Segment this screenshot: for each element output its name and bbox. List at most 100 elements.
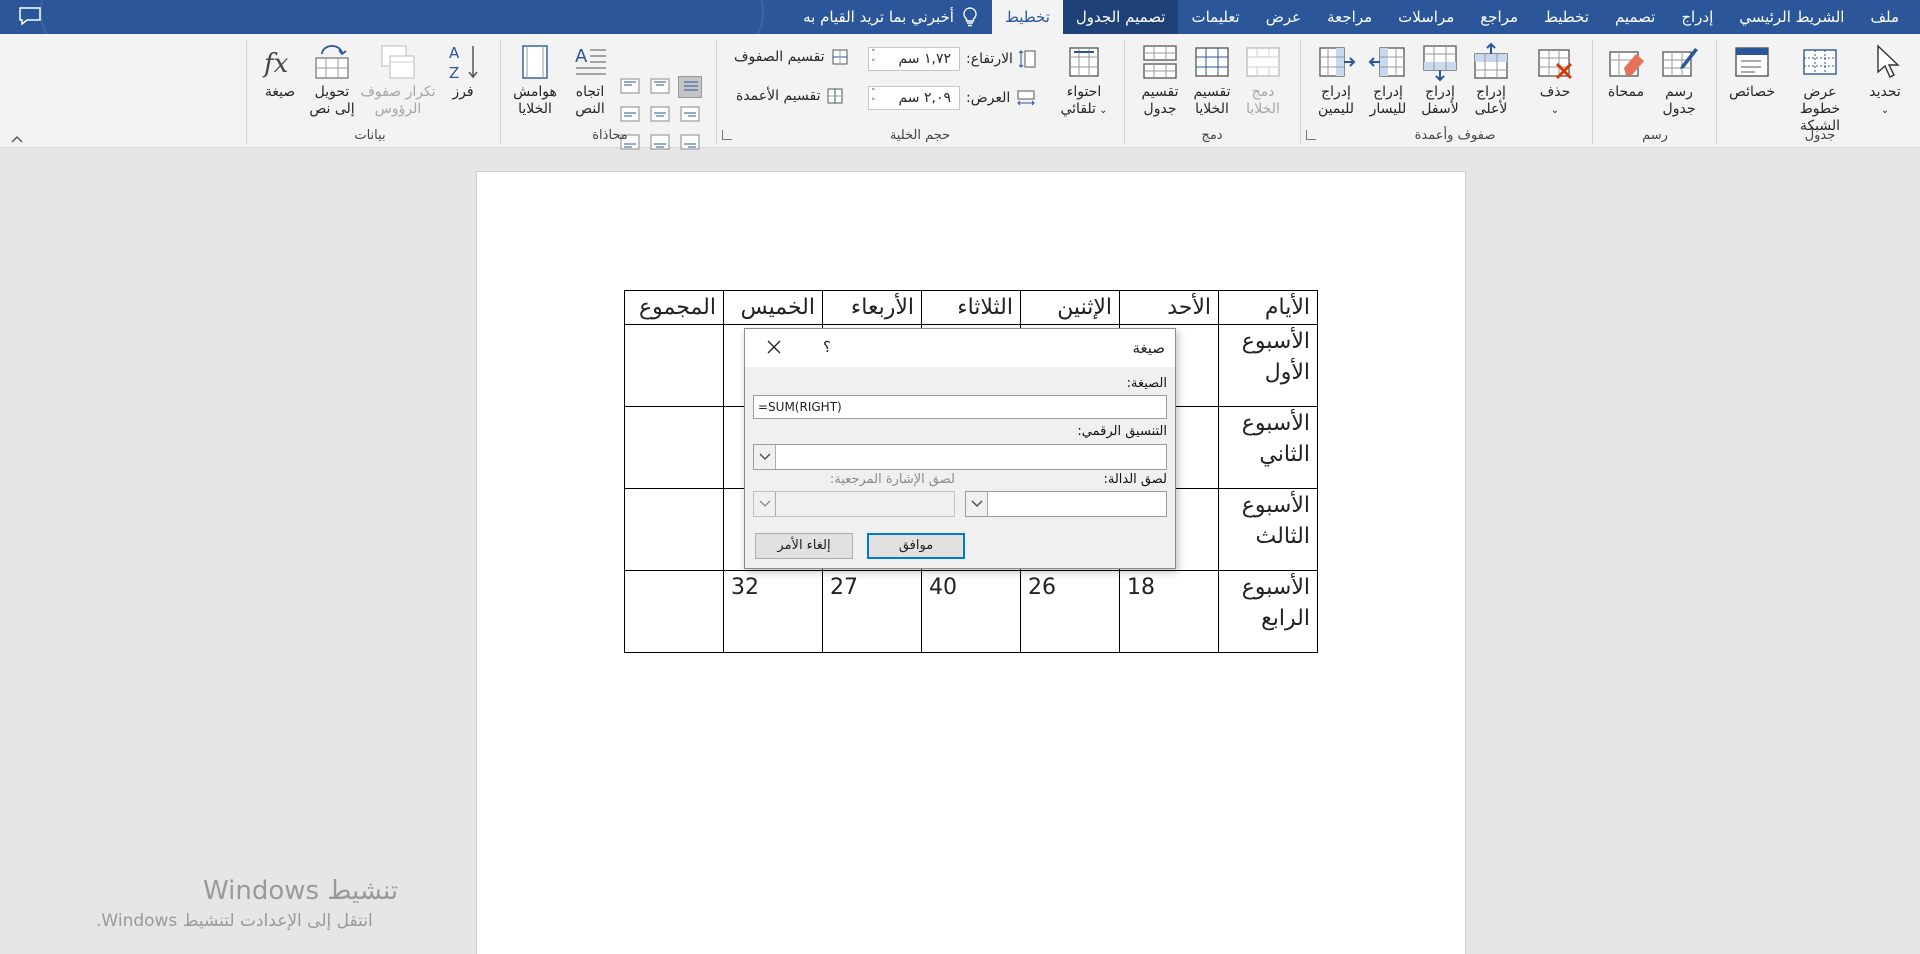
ribbon: تحديد ⌄ عرض خطوط الشبكة خصائص جدول رسم جدول… — [0, 34, 1920, 150]
table-cell[interactable]: الخميس — [723, 290, 823, 325]
align-top-right-button[interactable] — [678, 76, 702, 98]
table-cell[interactable]: 18 — [1119, 570, 1219, 653]
insert-left-button[interactable]: إدراج لليسار — [1362, 42, 1414, 118]
tab-table-layout[interactable]: تخطيط — [991, 0, 1063, 34]
group-label-alignment: محاذاة — [592, 128, 628, 143]
distribute-columns-button[interactable]: تقسيم الأعمدة — [736, 87, 844, 105]
draw-table-button[interactable]: رسم جدول — [1652, 42, 1706, 118]
table-cell[interactable]: الإثنين — [1020, 290, 1120, 325]
table-cell[interactable]: المجموع — [624, 290, 724, 325]
group-label-table: جدول — [1804, 128, 1836, 143]
delete-table-icon — [1538, 49, 1573, 80]
column-width-icon — [1017, 90, 1035, 106]
dialog-title: صيغة — [1132, 339, 1165, 357]
chevron-down-icon[interactable] — [966, 492, 988, 516]
svg-text:fx: fx — [262, 49, 289, 79]
row-height-control: الارتفاع: ١,٧٢ سم ˄ ˅ — [868, 47, 1037, 71]
formula-button[interactable]: fx صيغة — [256, 42, 304, 101]
convert-to-text-button[interactable]: تحويل إلى نص — [304, 42, 360, 118]
table-row: الأسبوع الرابع 18 26 40 27 32 — [624, 570, 1318, 653]
tab-mailings[interactable]: مراسلات — [1385, 0, 1467, 34]
tab-layout[interactable]: تخطيط — [1531, 0, 1602, 34]
paste-function-select[interactable] — [965, 491, 1167, 517]
tell-me-box[interactable]: أخبرني بما تريد القيام به — [803, 7, 978, 27]
tab-home[interactable]: الشريط الرئيسي — [1726, 0, 1857, 34]
distribute-rows-button[interactable]: تقسيم الصفوف — [734, 48, 849, 66]
table-cell[interactable] — [624, 324, 724, 407]
table-cell[interactable]: 26 — [1020, 570, 1120, 653]
collapse-ribbon-icon[interactable] — [10, 134, 24, 144]
chevron-down-icon[interactable] — [754, 445, 776, 469]
cell-margins-button[interactable]: هوامش الخلايا — [506, 42, 564, 118]
insert-above-button[interactable]: إدراج لأعلى — [1466, 42, 1516, 118]
cell-size-launcher[interactable] — [722, 130, 732, 140]
tab-file[interactable]: ملف — [1857, 0, 1912, 34]
table-cell[interactable]: الثلاثاء — [921, 290, 1021, 325]
insert-above-icon — [1474, 42, 1508, 79]
tab-insert[interactable]: إدراج — [1668, 0, 1726, 34]
tab-design[interactable]: تصميم — [1602, 0, 1668, 34]
table-cell[interactable] — [624, 488, 724, 571]
align-bottom-right-button[interactable] — [678, 132, 702, 154]
tab-help[interactable]: تعليمات — [1178, 0, 1252, 34]
group-separator — [1716, 40, 1717, 144]
formula-input[interactable]: =SUM(RIGHT) — [753, 395, 1167, 419]
table-cell[interactable]: الأربعاء — [822, 290, 922, 325]
split-cells-button[interactable]: تقسيم الخلايا — [1186, 42, 1238, 118]
table-cell[interactable]: الأسبوع الثالث — [1218, 488, 1318, 571]
table-cell[interactable]: الأيام — [1218, 290, 1318, 325]
align-middle-left-icon — [620, 106, 640, 122]
tab-review[interactable]: مراجعة — [1314, 0, 1385, 34]
spin-arrows-icon[interactable]: ˄ ˅ — [871, 49, 876, 69]
tab-references[interactable]: مراجع — [1467, 0, 1531, 34]
merge-cells-button[interactable]: دمج الخلايا — [1238, 42, 1288, 118]
cancel-button[interactable]: إلغاء الأمر — [755, 533, 853, 559]
number-format-select[interactable] — [753, 444, 1167, 470]
table-cell[interactable]: الأسبوع الرابع — [1218, 570, 1318, 653]
properties-button[interactable]: خصائص — [1722, 42, 1782, 101]
sort-button[interactable]: AZ فرز — [440, 42, 486, 101]
table-cell[interactable]: 32 — [723, 570, 823, 653]
table-cell[interactable] — [624, 406, 724, 489]
lightbulb-icon — [963, 7, 977, 27]
align-middle-center-button[interactable] — [648, 104, 672, 126]
table-cell[interactable]: الأسبوع الثاني — [1218, 406, 1318, 489]
align-top-center-button[interactable] — [648, 76, 672, 98]
comment-icon[interactable] — [18, 6, 42, 26]
table-cell[interactable]: 40 — [921, 570, 1021, 653]
group-label-cell-size: حجم الخلية — [889, 128, 951, 143]
column-width-input[interactable]: ٢,٠٩ سم ˄ ˅ — [868, 86, 960, 110]
autofit-button[interactable]: احتواء تلقائي ⌄ — [1054, 42, 1114, 119]
align-top-left-button[interactable] — [618, 76, 642, 98]
table-cell[interactable]: 27 — [822, 570, 922, 653]
split-table-button[interactable]: تقسيم جدول — [1134, 42, 1186, 118]
rows-columns-launcher[interactable] — [1306, 130, 1316, 140]
group-separator — [1300, 40, 1301, 144]
align-middle-left-button[interactable] — [618, 104, 642, 126]
help-button[interactable]: ؟ — [823, 338, 831, 356]
group-separator — [716, 40, 717, 144]
insert-below-button[interactable]: إدراج لأسفل — [1414, 42, 1466, 118]
table-cell[interactable]: الأسبوع الأول — [1218, 324, 1318, 407]
insert-left-icon — [1368, 47, 1405, 77]
delete-button[interactable]: حذف ⌄ — [1530, 42, 1580, 119]
tab-table-design[interactable]: تصميم الجدول — [1062, 0, 1179, 34]
ok-button[interactable]: موافق — [867, 533, 965, 559]
tab-view[interactable]: عرض — [1253, 0, 1314, 34]
table-cell[interactable]: الأحد — [1119, 290, 1219, 325]
row-height-input[interactable]: ١,٧٢ سم ˄ ˅ — [868, 47, 960, 71]
repeat-header-rows-button[interactable]: تكرار صفوف الرؤوس — [360, 42, 436, 118]
close-icon[interactable] — [765, 338, 783, 356]
paste-bookmark-select[interactable] — [753, 491, 955, 517]
distribute-columns-icon — [827, 88, 843, 104]
eraser-button[interactable]: ممحاة — [1600, 42, 1652, 101]
text-direction-button[interactable]: A اتجاه النص — [564, 42, 616, 118]
view-gridlines-button[interactable]: عرض خطوط الشبكة — [1782, 42, 1858, 135]
chevron-down-icon[interactable] — [754, 492, 776, 516]
spin-arrows-icon[interactable]: ˄ ˅ — [871, 88, 876, 108]
insert-right-button[interactable]: إدراج لليمين — [1310, 42, 1362, 118]
table-cell[interactable] — [624, 570, 724, 653]
align-middle-right-button[interactable] — [678, 104, 702, 126]
split-table-icon — [1143, 45, 1177, 79]
select-button[interactable]: تحديد ⌄ — [1860, 42, 1910, 119]
